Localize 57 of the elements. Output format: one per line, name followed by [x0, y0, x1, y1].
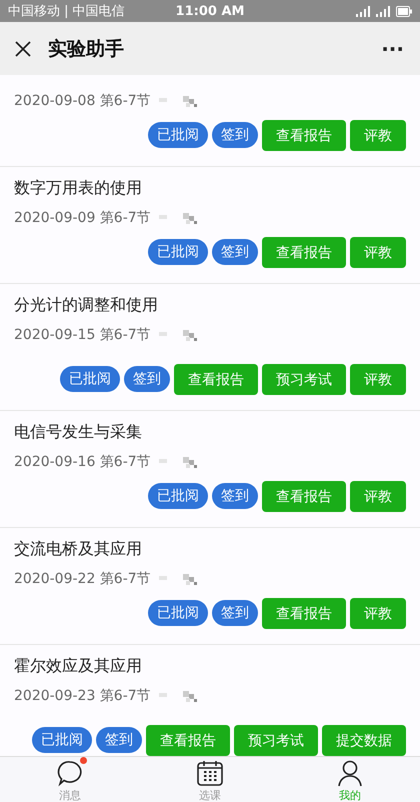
action-button[interactable]: 查看报告 [262, 237, 346, 268]
action-button[interactable]: 查看报告 [262, 481, 346, 512]
action-button[interactable]: 预习考试 [234, 725, 318, 756]
action-button[interactable]: 查看报告 [146, 725, 230, 756]
session-date: 2020-09-09 第6-7节 [14, 209, 151, 227]
redacted-name-drawing [158, 455, 199, 469]
redacted-name-drawing [158, 328, 199, 342]
action-button[interactable]: 评教 [350, 237, 406, 268]
redacted-name-drawing [158, 689, 199, 703]
action-button[interactable]: 预习考试 [262, 364, 346, 395]
action-button[interactable]: 提交数据 [322, 725, 406, 756]
action-button[interactable]: 评教 [350, 481, 406, 512]
status-time: 11:00 AM [174, 4, 246, 18]
session-date: 2020-09-08 第6-7节 [14, 92, 151, 110]
session-date: 2020-09-22 第6-7节 [14, 570, 151, 588]
session-date: 2020-09-16 第6-7节 [14, 453, 151, 471]
tab-item[interactable]: 消息 [0, 757, 140, 802]
experiment-title: 数字万用表的使用 [14, 178, 143, 198]
status-button[interactable]: 签到 [124, 366, 170, 392]
redacted-name-drawing [158, 94, 199, 108]
status-button[interactable]: 签到 [212, 483, 258, 509]
page-title: 实验助手 [48, 36, 125, 62]
experiment-title: 霍尔效应及其应用 [14, 656, 143, 676]
signal-icon [376, 6, 392, 16]
carrier-names: 中国移动 | 中国电信 [8, 3, 126, 20]
experiment-title: 交流电桥及其应用 [14, 539, 143, 559]
tab-item[interactable]: 选课 [140, 757, 280, 802]
action-button[interactable]: 评教 [350, 598, 406, 629]
redacted-name-drawing [158, 572, 199, 586]
status-button[interactable]: 签到 [96, 727, 142, 753]
status-button[interactable]: 已批阅 [148, 483, 208, 509]
signal-icon [356, 6, 372, 16]
session-date: 2020-09-23 第6-7节 [14, 687, 151, 705]
action-button[interactable]: 查看报告 [262, 598, 346, 629]
more-button[interactable]: ··· [377, 36, 408, 60]
redacted-name-drawing [158, 211, 199, 225]
status-button[interactable]: 已批阅 [148, 239, 208, 265]
status-button[interactable]: 已批阅 [32, 727, 92, 753]
status-button[interactable]: 签到 [212, 122, 258, 148]
experiment-title: 分光计的调整和使用 [14, 295, 159, 315]
calendar-icon [196, 759, 224, 787]
action-button[interactable]: 查看报告 [174, 364, 258, 395]
action-button[interactable]: 评教 [350, 120, 406, 151]
status-button[interactable]: 签到 [212, 239, 258, 265]
action-button[interactable]: 查看报告 [262, 120, 346, 151]
close-icon [14, 40, 32, 58]
chat-bubble-icon [56, 759, 84, 787]
status-button[interactable]: 签到 [212, 600, 258, 626]
action-button[interactable]: 评教 [350, 364, 406, 395]
tab-item[interactable]: 我的 [280, 757, 420, 802]
person-icon [336, 759, 364, 787]
experiment-title: 电信号发生与采集 [14, 422, 143, 442]
status-button[interactable]: 已批阅 [60, 366, 120, 392]
session-date: 2020-09-15 第6-7节 [14, 326, 151, 344]
battery-icon [396, 6, 412, 16]
status-button[interactable]: 已批阅 [148, 122, 208, 148]
status-button[interactable]: 已批阅 [148, 600, 208, 626]
